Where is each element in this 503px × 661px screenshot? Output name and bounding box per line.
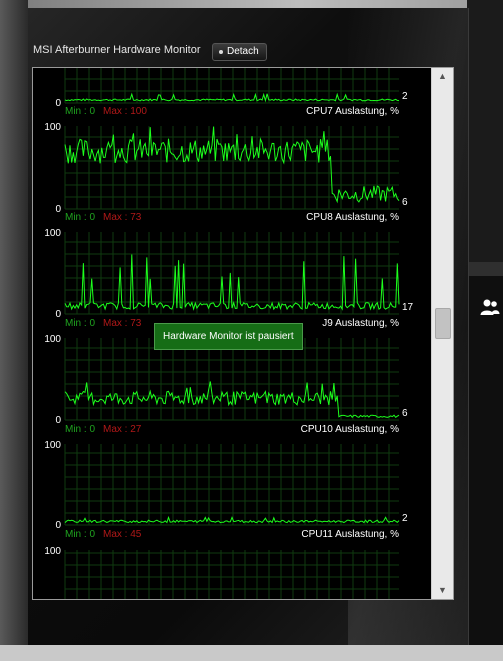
- detach-button[interactable]: Detach: [212, 43, 267, 61]
- max-value: Max : 45: [103, 529, 142, 540]
- chevron-up-icon[interactable]: ▲: [432, 68, 453, 85]
- min-value: Min : 0: [65, 212, 95, 223]
- graph-label: CPU11 Auslastung, %: [301, 529, 399, 540]
- scale-top-label: 100: [44, 228, 61, 239]
- desktop-left-edge: [0, 0, 28, 661]
- window-title: MSI Afterburner Hardware Monitor: [33, 44, 201, 56]
- graph-label: CPU7 Auslastung, %: [306, 106, 399, 117]
- min-value: Min : 0: [65, 318, 95, 329]
- usage-line: [64, 515, 400, 524]
- usage-line: [64, 254, 400, 311]
- paused-tooltip: Hardware Monitor ist pausiert: [154, 323, 303, 350]
- graph-label: CPU8 Auslastung, %: [306, 212, 399, 223]
- current-value: 6: [402, 197, 408, 208]
- usage-line: [64, 126, 400, 204]
- scale-bottom-label: 0: [55, 98, 61, 109]
- right-panel-lower: [467, 276, 503, 661]
- right-panel-band: [467, 262, 503, 276]
- scale-top-label: 100: [44, 334, 61, 345]
- scale-top-label: 100: [44, 440, 61, 451]
- min-value: Min : 0: [65, 424, 95, 435]
- current-value: 17: [402, 302, 414, 313]
- usage-line: [64, 381, 400, 418]
- max-value: Max : 73: [103, 318, 142, 329]
- max-value: Max : 73: [103, 212, 142, 223]
- current-value: 2: [402, 513, 408, 524]
- scale-bottom-label: 0: [55, 415, 61, 426]
- hardware-monitor-window: MSI Afterburner Hardware Monitor Detach …: [28, 8, 469, 645]
- detach-button-label: Detach: [227, 46, 259, 57]
- scale-bottom-label: 0: [55, 204, 61, 215]
- min-value: Min : 0: [65, 529, 95, 540]
- scale-bottom-label: 0: [55, 520, 61, 531]
- scrollbar-thumb[interactable]: [435, 308, 451, 339]
- graph-label: J9 Auslastung, %: [322, 318, 399, 329]
- graph-label: CPU10 Auslastung, %: [301, 424, 399, 435]
- graph-panel[interactable]: 0 2 Min : 0 Max : 100 CPU7 Auslastung, % 100 0…: [32, 67, 454, 600]
- vertical-scrollbar[interactable]: ▲ ▼: [431, 68, 453, 599]
- chevron-down-icon[interactable]: ▼: [432, 582, 453, 599]
- desktop-right-panel: [467, 0, 503, 661]
- current-value: 6: [402, 408, 408, 419]
- current-value: 2: [402, 91, 408, 102]
- usage-line: [64, 92, 400, 103]
- max-value: Max : 100: [103, 106, 147, 117]
- scale-top-label: 100: [44, 546, 61, 557]
- users-icon[interactable]: [480, 298, 500, 316]
- scale-top-label: 100: [44, 122, 61, 133]
- detach-dot-icon: [219, 50, 223, 54]
- scale-bottom-label: 0: [55, 309, 61, 320]
- desktop-top-strip: [0, 0, 503, 8]
- max-value: Max : 27: [103, 424, 142, 435]
- min-value: Min : 0: [65, 106, 95, 117]
- desktop-bottom-strip: [0, 645, 503, 661]
